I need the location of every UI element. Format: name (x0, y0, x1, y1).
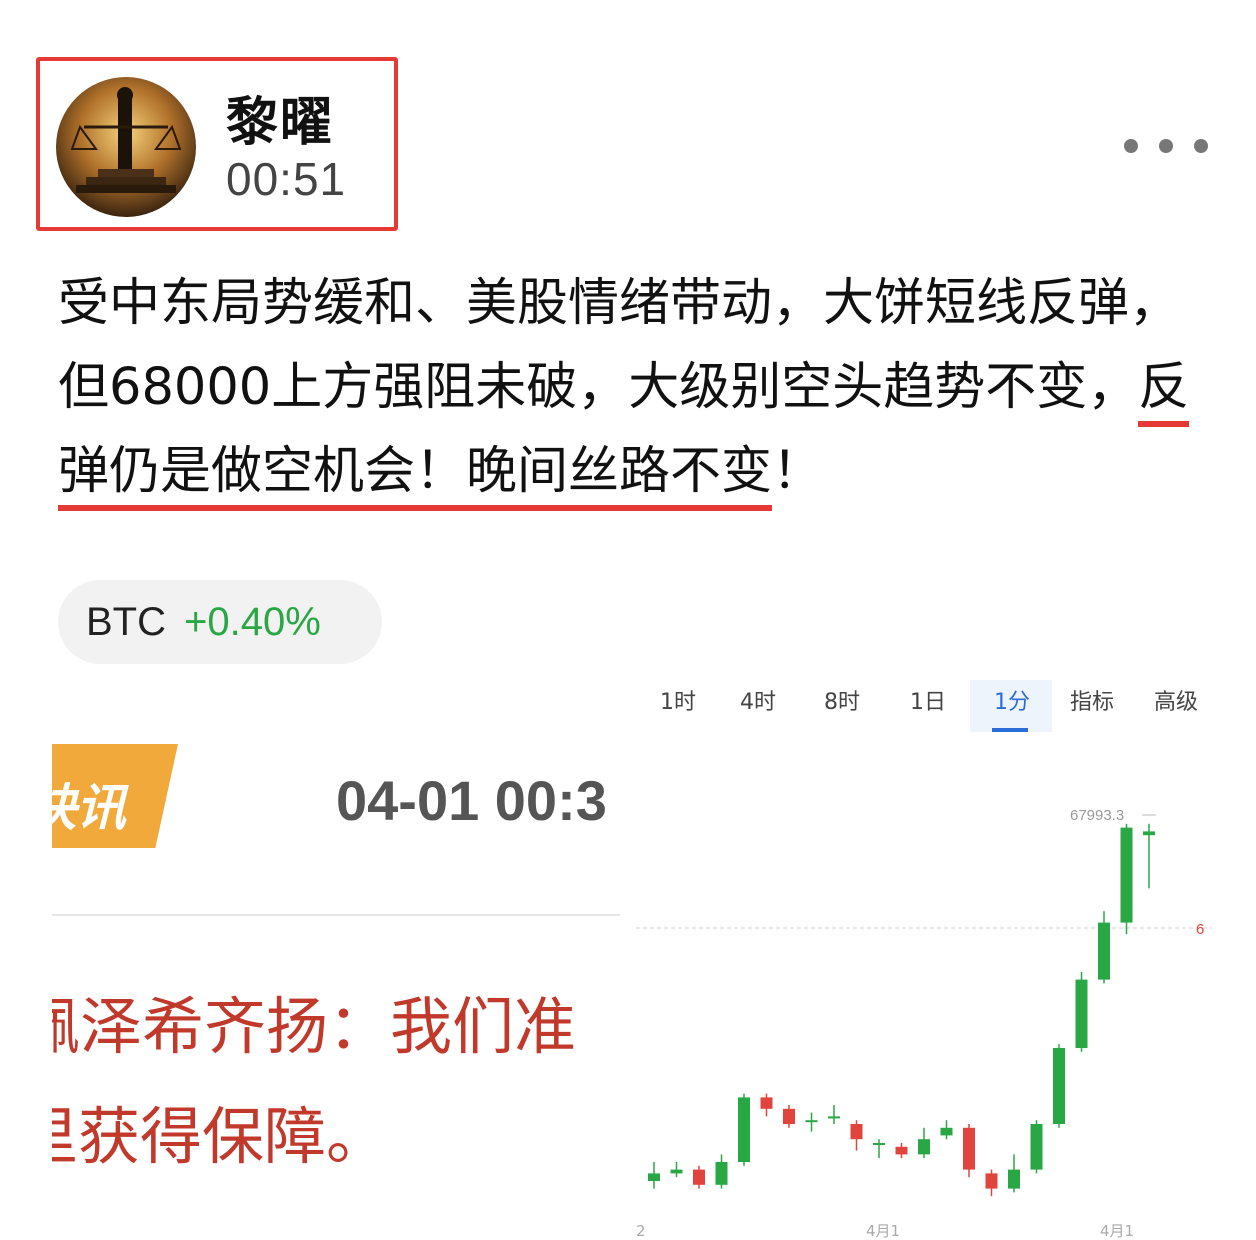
candle-body (648, 1173, 660, 1181)
news-badge-label: 快讯 (52, 779, 126, 837)
right-edge-label: 6 (1196, 921, 1204, 938)
candle-body (940, 1127, 953, 1136)
candle-body (828, 1116, 840, 1119)
ticker-symbol: BTC (86, 599, 166, 644)
news-headline-line1: 佩泽希齐扬：我们准 (52, 990, 577, 1063)
candle-body (1098, 922, 1110, 980)
candle-body (873, 1143, 885, 1145)
candle-body (1143, 831, 1155, 836)
selected-tab-indicator (992, 728, 1028, 732)
post-text-tail: ！ (772, 442, 824, 501)
candle-body (670, 1169, 683, 1174)
x-tick-label: 4月1 (1100, 1222, 1134, 1240)
post-body: 受中东局势缓和、美股情绪带动，大饼短线反弹，但68000上方强阻未破，大级别空头… (58, 262, 1218, 514)
candle-body (985, 1173, 998, 1189)
candle-body (1075, 979, 1088, 1048)
tab-advanced[interactable]: 高级 (1154, 684, 1198, 716)
ticker-chip[interactable]: BTC +0.40% (58, 580, 382, 664)
x-tick-label: 2 (636, 1222, 646, 1240)
news-time: 04-01 00:3 (336, 769, 607, 832)
x-tick-label: 4月1 (866, 1222, 900, 1240)
more-dots-icon[interactable] (1124, 128, 1208, 164)
tab-8h[interactable]: 8时 (824, 684, 860, 716)
candlestick-chart: 67993.3 6 2 4月1 4月1 (636, 807, 1212, 1240)
candle-body (805, 1120, 818, 1123)
post-text: 受中东局势缓和、美股情绪带动，大饼短线反弹，但68000上方强阻未破，大级别空头… (58, 274, 1181, 417)
candle-body (738, 1097, 750, 1162)
avatar[interactable] (56, 77, 196, 217)
tab-1m[interactable]: 1分 (994, 684, 1030, 716)
news-badge: 快讯 (52, 744, 178, 848)
candle-body (783, 1108, 795, 1124)
embedded-image[interactable]: 快讯 04-01 00:3 佩泽希齐扬：我们准 里获得保障。 1时 4时 8时 … (52, 670, 1212, 1240)
candle-body (895, 1146, 908, 1155)
divider (52, 914, 620, 916)
tab-1d[interactable]: 1日 (910, 684, 946, 716)
candle-body (1030, 1124, 1043, 1170)
candle-body (715, 1162, 728, 1185)
candle-body (963, 1127, 975, 1170)
tab-4h[interactable]: 4时 (740, 684, 776, 716)
tab-indicators[interactable]: 指标 (1070, 684, 1114, 716)
candle-body (918, 1139, 930, 1155)
tab-1h[interactable]: 1时 (660, 684, 696, 716)
news-headline-line2: 里获得保障。 (52, 1100, 389, 1173)
price-high-label: 67993.3 (1070, 807, 1124, 824)
candle-body (1053, 1048, 1065, 1124)
post-time: 00:51 (226, 153, 347, 205)
candle-body (693, 1169, 705, 1185)
candle-body (1008, 1169, 1020, 1189)
ticker-change: +0.40% (184, 599, 321, 644)
candle-body (760, 1097, 773, 1109)
candle-body (1120, 827, 1133, 923)
candle-body (850, 1124, 863, 1140)
author-name[interactable]: 黎曜 (226, 80, 334, 155)
